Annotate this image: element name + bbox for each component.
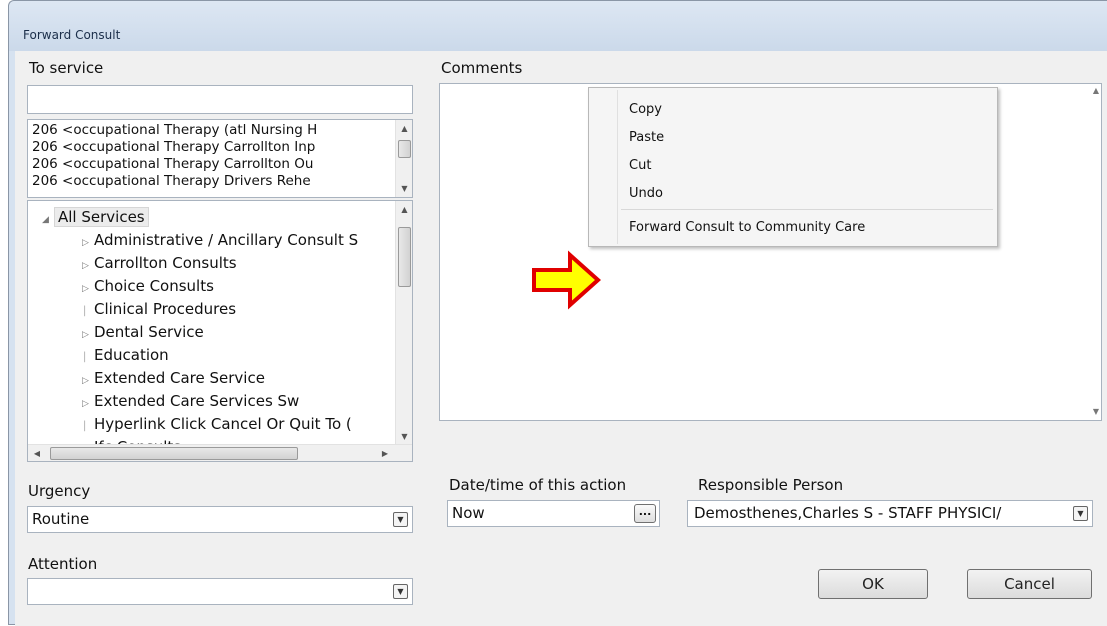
tree-vertical-scrollbar[interactable]: ▲ ▼ — [395, 201, 412, 445]
expand-icon[interactable]: ▷ — [82, 370, 94, 392]
tree-item[interactable]: │ Education — [82, 344, 169, 366]
list-item[interactable]: 206 <occupational Therapy Carrollton Inp — [32, 139, 398, 155]
attention-label: Attention — [28, 555, 98, 573]
service-tree[interactable]: ◢ All Services ▷ Administrative / Ancillar… — [27, 200, 413, 462]
scroll-up-icon[interactable]: ▲ — [1093, 86, 1099, 95]
menu-item-copy[interactable]: Copy — [629, 102, 662, 117]
urgency-label: Urgency — [28, 482, 91, 500]
datetime-label: Date/time of this action — [449, 476, 627, 494]
tree-item[interactable]: ▷ Carrollton Consults — [82, 252, 237, 274]
scroll-up-icon[interactable]: ▲ — [396, 201, 412, 218]
tree-item-label: Extended Care Service — [94, 369, 265, 387]
window-title: Forward Consult — [23, 28, 121, 42]
attention-select[interactable]: ▼ — [27, 578, 413, 605]
tree-item[interactable]: ▷ Extended Care Service — [82, 367, 265, 389]
service-list-scrollbar[interactable]: ▲ ▼ — [395, 120, 412, 197]
list-item[interactable]: 206 <occupational Therapy (atl Nursing H — [32, 122, 398, 138]
tree-item-label: Clinical Procedures — [94, 300, 237, 318]
expand-icon[interactable]: ▷ — [82, 255, 94, 277]
menu-item-undo[interactable]: Undo — [629, 186, 663, 201]
tree-item[interactable]: ▷ Administrative / Ancillary Consult S — [82, 229, 358, 251]
title-bar[interactable]: Forward Consult — [9, 1, 1107, 51]
context-menu: Copy Paste Cut Undo Forward Consult to C… — [588, 87, 998, 247]
chevron-down-icon[interactable]: ▼ — [393, 512, 408, 527]
tree-item-label: Extended Care Services Sw — [94, 392, 300, 410]
tree-line-icon: │ — [82, 422, 88, 432]
chevron-down-icon[interactable]: ▼ — [393, 584, 408, 599]
tree-item-label: Choice Consults — [94, 277, 214, 295]
menu-item-forward-to-community-care[interactable]: Forward Consult to Community Care — [629, 220, 865, 235]
tree-item[interactable]: ▷ Dental Service — [82, 321, 204, 343]
menu-separator — [621, 209, 993, 210]
menu-item-cut[interactable]: Cut — [629, 158, 651, 173]
tree-item-label: Carrollton Consults — [94, 254, 237, 272]
scroll-down-icon[interactable]: ▼ — [396, 180, 412, 197]
menu-item-paste[interactable]: Paste — [629, 130, 664, 145]
urgency-select[interactable]: Routine ▼ — [27, 506, 413, 533]
datetime-input[interactable]: Now ... — [447, 500, 660, 527]
tree-item[interactable]: │ Clinical Procedures — [82, 298, 236, 320]
collapse-icon[interactable]: ◢ — [42, 209, 54, 231]
scroll-down-icon[interactable]: ▼ — [1093, 407, 1099, 416]
ok-button[interactable]: OK — [818, 569, 928, 599]
chevron-down-icon[interactable]: ▼ — [1073, 506, 1088, 521]
tree-item-label: Education — [94, 346, 169, 364]
tree-item-label: Dental Service — [94, 323, 204, 341]
cancel-button[interactable]: Cancel — [967, 569, 1092, 599]
responsible-person-select[interactable]: Demosthenes,Charles S - STAFF PHYSICI/ ▼ — [687, 500, 1093, 527]
tree-root-label: All Services — [54, 207, 149, 227]
scroll-down-icon[interactable]: ▼ — [396, 428, 412, 445]
scroll-thumb[interactable] — [398, 140, 411, 158]
tree-item[interactable]: ▷ Choice Consults — [82, 275, 214, 297]
tree-line-icon: │ — [82, 353, 88, 363]
scroll-up-icon[interactable]: ▲ — [396, 120, 412, 137]
annotation-arrow-icon — [532, 250, 602, 310]
tree-item-label: Hyperlink Click Cancel Or Quit To ( — [94, 415, 352, 433]
datetime-value: Now — [452, 504, 485, 522]
expand-icon[interactable]: ▷ — [82, 278, 94, 300]
to-service-label: To service — [29, 59, 104, 77]
to-service-search-input[interactable] — [27, 85, 413, 114]
urgency-value: Routine — [32, 510, 90, 528]
service-list[interactable]: 206 <occupational Therapy (atl Nursing H… — [27, 119, 413, 198]
expand-icon[interactable]: ▷ — [82, 393, 94, 415]
expand-icon[interactable]: ▷ — [82, 232, 94, 254]
scroll-right-icon[interactable]: ▶ — [378, 445, 392, 461]
tree-item[interactable]: ▷ Extended Care Services Sw — [82, 390, 299, 412]
tree-horizontal-scrollbar[interactable]: ◀ ▶ — [28, 444, 412, 461]
tree-item[interactable]: │ Hyperlink Click Cancel Or Quit To ( — [82, 413, 352, 435]
tree-root-all-services[interactable]: ◢ All Services — [42, 206, 149, 228]
responsible-person-value: Demosthenes,Charles S - STAFF PHYSICI/ — [694, 504, 1002, 522]
list-item[interactable]: 206 <occupational Therapy Carrollton Ou — [32, 156, 398, 172]
ellipsis-button[interactable]: ... — [634, 504, 656, 523]
list-item[interactable]: 206 <occupational Therapy Drivers Rehe — [32, 173, 398, 189]
responsible-person-label: Responsible Person — [698, 476, 844, 494]
tree-item-label: Administrative / Ancillary Consult S — [94, 231, 359, 249]
scroll-thumb[interactable] — [398, 227, 411, 287]
menu-gutter — [617, 90, 618, 244]
expand-icon[interactable]: ▷ — [82, 324, 94, 346]
scroll-thumb[interactable] — [50, 447, 298, 460]
scroll-left-icon[interactable]: ◀ — [30, 445, 44, 461]
tree-line-icon: │ — [82, 307, 88, 317]
comments-label: Comments — [441, 59, 523, 77]
